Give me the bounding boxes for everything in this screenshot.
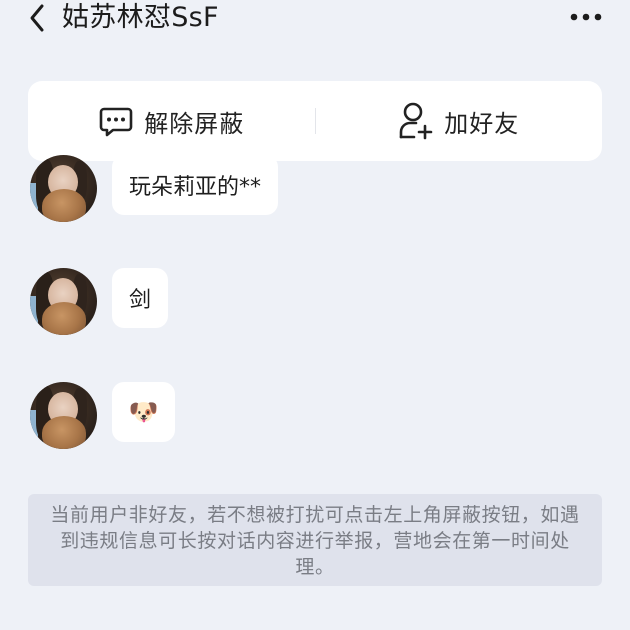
message-bubble[interactable]: 剑 bbox=[112, 268, 169, 328]
unblock-label: 解除屏蔽 bbox=[144, 109, 245, 138]
chat-bubble-dots-icon bbox=[99, 107, 133, 137]
avatar[interactable] bbox=[30, 155, 97, 222]
message-row: 🐶 bbox=[30, 382, 610, 452]
add-friend-button[interactable]: 加好友 bbox=[316, 81, 603, 161]
message-bubble-emoji[interactable]: 🐶 bbox=[112, 382, 175, 442]
back-button[interactable] bbox=[22, 2, 52, 34]
add-user-icon bbox=[399, 102, 433, 140]
avatar[interactable] bbox=[30, 382, 97, 449]
avatar[interactable] bbox=[30, 268, 97, 335]
unblock-button[interactable]: 解除屏蔽 bbox=[28, 81, 315, 161]
add-friend-label: 加好友 bbox=[444, 109, 520, 138]
chevron-left-icon bbox=[30, 4, 44, 32]
more-button[interactable] bbox=[566, 6, 606, 28]
message-row: 玩朵莉亚的** bbox=[30, 155, 610, 225]
chat-title: 姑苏林怼SsF bbox=[62, 2, 219, 33]
chat-header: 姑苏林怼SsF bbox=[0, 0, 630, 40]
message-row: 剑 bbox=[30, 268, 610, 338]
non-friend-notice: 当前用户非好友，若不想被打扰可点击左上角屏蔽按钮，如遇到违规信息可长按对话内容进… bbox=[28, 494, 602, 586]
action-bar: 解除屏蔽 加好友 bbox=[28, 81, 602, 161]
more-dots-icon bbox=[570, 13, 602, 21]
dog-face-emoji: 🐶 bbox=[128, 398, 159, 426]
message-bubble[interactable]: 玩朵莉亚的** bbox=[112, 155, 279, 215]
